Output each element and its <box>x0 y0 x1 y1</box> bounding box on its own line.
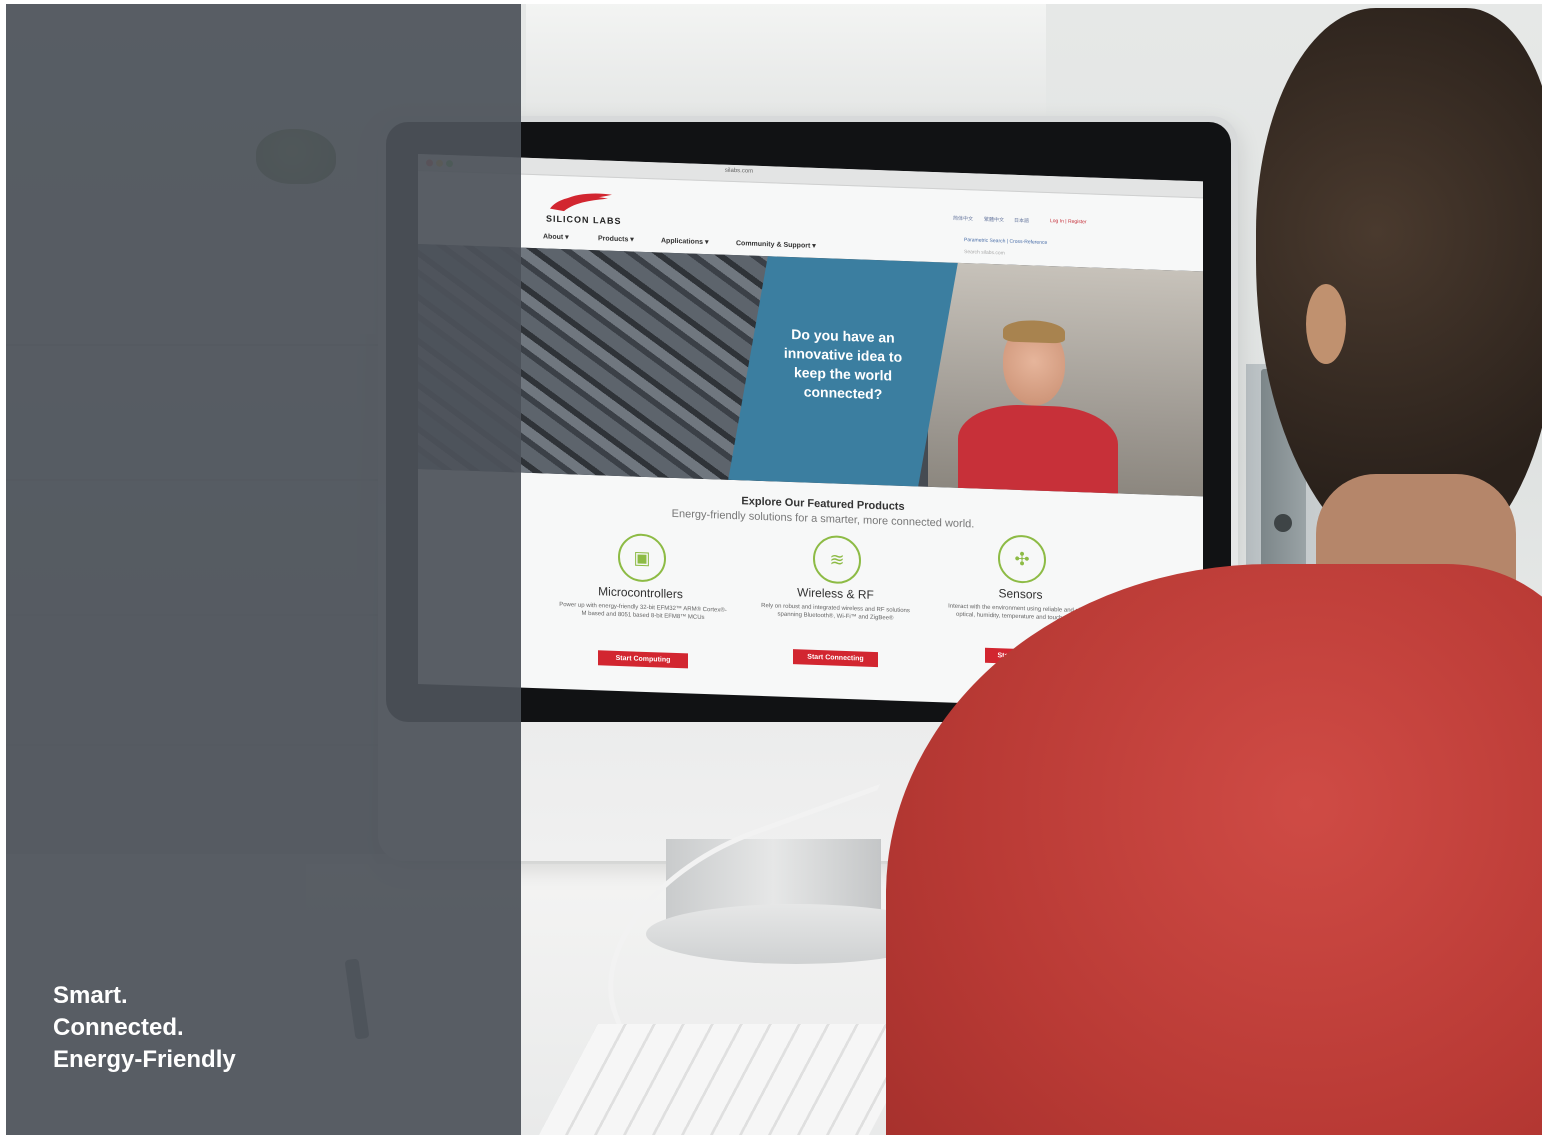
tagline-line-3: Energy-Friendly <box>53 1046 236 1073</box>
product-title: Wireless & RF <box>797 585 874 602</box>
login-link: Log In | Register <box>1050 218 1087 226</box>
start-computing-button: Start Computing <box>598 650 688 669</box>
nav-products: Products ▾ <box>598 235 634 244</box>
product-description: Rely on robust and integrated wireless a… <box>761 602 910 622</box>
product-description: Power up with energy-friendly 32-bit EFM… <box>559 601 727 622</box>
nav-about: About ▾ <box>543 233 569 242</box>
binder-ring <box>1274 514 1292 532</box>
start-connecting-button: Start Connecting <box>793 649 878 668</box>
address-bar: silabs.com <box>724 167 754 175</box>
lang-simplified-chinese: 简体中文 <box>953 215 974 223</box>
lang-japanese: 日本語 <box>1014 217 1030 225</box>
parametric-search-link: Parametric Search | Cross-Reference <box>964 237 1048 246</box>
search-input: Search silabs.com <box>964 249 1005 257</box>
tagline: Smart. Connected. Energy-Friendly <box>53 980 473 1076</box>
tagline-line-2: Connected. <box>53 1014 184 1041</box>
wifi-icon: ≋ <box>813 534 861 585</box>
window-light <box>526 4 1046 124</box>
product-title: Microcontrollers <box>598 584 683 602</box>
tagline-line-1: Smart. <box>53 982 128 1009</box>
lang-traditional-chinese: 繁體中文 <box>984 216 1005 224</box>
nav-community-support: Community & Support ▾ <box>736 240 816 250</box>
nav-applications: Applications ▾ <box>661 237 709 247</box>
hero-banner: Do you have an innovative idea to keep t… <box>418 244 1203 497</box>
logo-text: SILICON LABS <box>546 213 622 227</box>
person-ear <box>1306 284 1346 364</box>
photo-slide: silabs.com SILICON LABS About ▾ Products… <box>0 0 1556 1137</box>
product-title: Sensors <box>998 586 1043 602</box>
keyboard <box>534 1024 928 1135</box>
gray-overlay-panel <box>6 4 521 1135</box>
chip-icon: ▣ <box>618 532 666 583</box>
hero-headline: Do you have an innovative idea to keep t… <box>783 326 903 403</box>
silicon-labs-logo-icon <box>550 193 612 212</box>
man-shirt <box>958 402 1118 497</box>
sensor-icon: ✣ <box>998 534 1046 584</box>
